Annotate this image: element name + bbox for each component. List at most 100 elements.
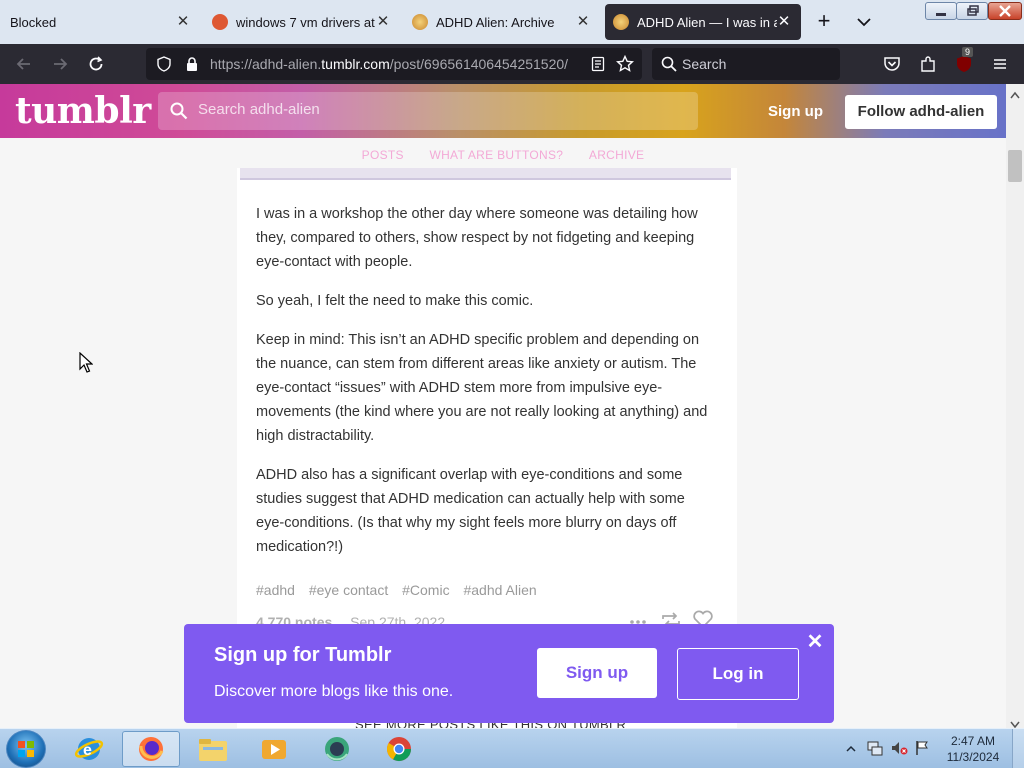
forward-button[interactable]	[48, 52, 72, 76]
tab-duckduckgo[interactable]: windows 7 vm drivers at DuckDuckGo ✕	[200, 0, 400, 44]
clock-time: 2:47 AM	[950, 734, 996, 748]
bookmark-star-icon[interactable]	[615, 54, 635, 78]
close-window-button[interactable]	[988, 2, 1022, 20]
popup-login-button[interactable]: Log in	[677, 648, 799, 700]
mouse-cursor-icon	[79, 351, 94, 379]
ublock-shield-icon	[957, 56, 971, 72]
tab-current-post[interactable]: ADHD Alien — I was in a workshop ✕	[605, 4, 801, 40]
close-tab-icon[interactable]: ✕	[174, 13, 192, 31]
tab-title: Blocked	[10, 14, 57, 30]
lock-icon[interactable]	[184, 56, 200, 77]
taskbar-app-green[interactable]	[308, 731, 366, 767]
taskbar-chrome[interactable]	[370, 731, 428, 767]
follow-blog-button[interactable]: Follow adhd-alien	[845, 95, 997, 129]
folder-icon	[199, 739, 227, 761]
popup-subtitle: Discover more blogs like this one.	[214, 683, 454, 700]
minimize-button[interactable]	[925, 2, 957, 20]
signup-popup: Sign up for Tumblr Discover more blogs l…	[184, 624, 834, 723]
puzzle-icon	[921, 56, 935, 72]
globe-app-icon	[325, 737, 349, 761]
scrollbar-thumb[interactable]	[1008, 150, 1022, 182]
tag-link[interactable]: #Comic	[402, 582, 449, 598]
search-icon	[661, 56, 677, 77]
search-placeholder: Search	[682, 56, 727, 72]
url-domain: tumblr.com	[321, 56, 390, 72]
tumblr-logo[interactable]: tumblr	[15, 90, 151, 132]
nav-archive-link[interactable]: ARCHIVE	[589, 148, 644, 162]
blog-search-box[interactable]	[158, 92, 698, 130]
taskbar-media-player[interactable]	[245, 731, 303, 767]
tag-link[interactable]: #eye contact	[309, 582, 388, 598]
clock-date: 11/3/2024	[946, 750, 1000, 764]
taskbar-firefox[interactable]	[122, 731, 180, 767]
app-menu-button[interactable]	[988, 52, 1012, 76]
volume-muted-icon[interactable]	[890, 739, 908, 762]
pocket-button[interactable]	[880, 52, 904, 76]
search-icon	[170, 102, 188, 125]
search-bar[interactable]: Search	[652, 48, 840, 80]
tab-archive[interactable]: ADHD Alien: Archive ✕	[400, 0, 600, 44]
hamburger-menu-icon	[994, 59, 1006, 69]
ublock-origin-button[interactable]: 9	[952, 47, 976, 76]
page-scrollbar[interactable]	[1006, 84, 1024, 729]
post-paragraph: ADHD also has a significant overlap with…	[256, 467, 685, 555]
blog-search-input[interactable]	[198, 101, 678, 118]
close-tab-icon[interactable]: ✕	[775, 13, 793, 31]
new-tab-button[interactable]: +	[812, 10, 836, 34]
back-button[interactable]	[12, 52, 36, 76]
close-icon[interactable]: ✕	[806, 632, 824, 652]
svg-text:e: e	[83, 742, 92, 759]
restore-icon	[967, 5, 979, 16]
tag-link[interactable]: #adhd Alien	[463, 582, 536, 598]
post-tags: #adhd #eye contact #Comic #adhd Alien	[256, 582, 547, 598]
tab-title: windows 7 vm drivers at DuckDuckGo	[236, 14, 376, 30]
close-icon	[999, 5, 1011, 17]
close-tab-icon[interactable]: ✕	[374, 13, 392, 31]
extensions-button[interactable]	[916, 52, 940, 76]
internet-explorer-icon: e	[74, 738, 104, 760]
popup-signup-button[interactable]: Sign up	[537, 648, 657, 698]
chevron-down-icon	[857, 18, 871, 27]
url-prefix: https://adhd-alien.	[210, 56, 322, 72]
close-tab-icon[interactable]: ✕	[574, 13, 592, 31]
media-player-icon	[262, 740, 286, 759]
show-hidden-icons-button[interactable]	[846, 741, 856, 759]
nav-buttons-link[interactable]: WHAT ARE BUTTONS?	[429, 148, 563, 162]
nav-posts-link[interactable]: POSTS	[362, 148, 404, 162]
restore-button[interactable]	[956, 2, 988, 20]
taskbar-internet-explorer[interactable]: e	[60, 731, 118, 767]
windows-logo-icon	[18, 741, 34, 757]
show-desktop-button[interactable]	[1012, 729, 1024, 768]
tab-strip: Blocked ✕ windows 7 vm drivers at DuckDu…	[0, 0, 1024, 44]
minimize-icon	[936, 13, 946, 16]
popup-title: Sign up for Tumblr	[214, 644, 392, 666]
action-center-flag-icon[interactable]	[914, 739, 930, 762]
scroll-up-arrow-icon[interactable]	[1010, 86, 1020, 104]
reload-button[interactable]	[84, 52, 108, 76]
post-paragraph: Keep in mind: This isn’t an ADHD specifi…	[256, 332, 708, 444]
windows-taskbar: e 2:47 AM 11/3/2024	[0, 728, 1024, 768]
taskbar-file-explorer[interactable]	[184, 731, 242, 767]
post-paragraph: I was in a workshop the other day where …	[256, 206, 698, 270]
tab-blocked[interactable]: Blocked ✕	[0, 0, 200, 44]
windows-start-button[interactable]	[6, 730, 46, 768]
list-all-tabs-button[interactable]	[852, 10, 876, 34]
tracking-protection-icon[interactable]	[156, 56, 172, 77]
chrome-icon	[386, 737, 411, 762]
navigation-toolbar: https://adhd-alien.tumblr.com/post/69656…	[0, 44, 1024, 84]
comic-image-edge[interactable]	[240, 168, 731, 180]
url-text: https://adhd-alien.tumblr.com/post/69656…	[210, 56, 580, 72]
pocket-icon	[884, 57, 900, 71]
firefox-icon	[139, 737, 164, 761]
tag-link[interactable]: #adhd	[256, 582, 295, 598]
arrow-right-icon	[54, 58, 68, 70]
tab-title: ADHD Alien: Archive	[436, 14, 555, 30]
reader-view-icon[interactable]	[590, 56, 606, 77]
taskbar-clock[interactable]: 2:47 AM 11/3/2024	[940, 733, 1006, 765]
adhd-alien-favicon-icon	[412, 14, 428, 30]
duckduckgo-icon	[212, 14, 228, 30]
header-signup-link[interactable]: Sign up	[768, 103, 823, 120]
url-path: /post/696561406454251520/	[389, 56, 569, 72]
network-icon[interactable]	[866, 739, 884, 762]
address-bar[interactable]: https://adhd-alien.tumblr.com/post/69656…	[146, 48, 642, 80]
